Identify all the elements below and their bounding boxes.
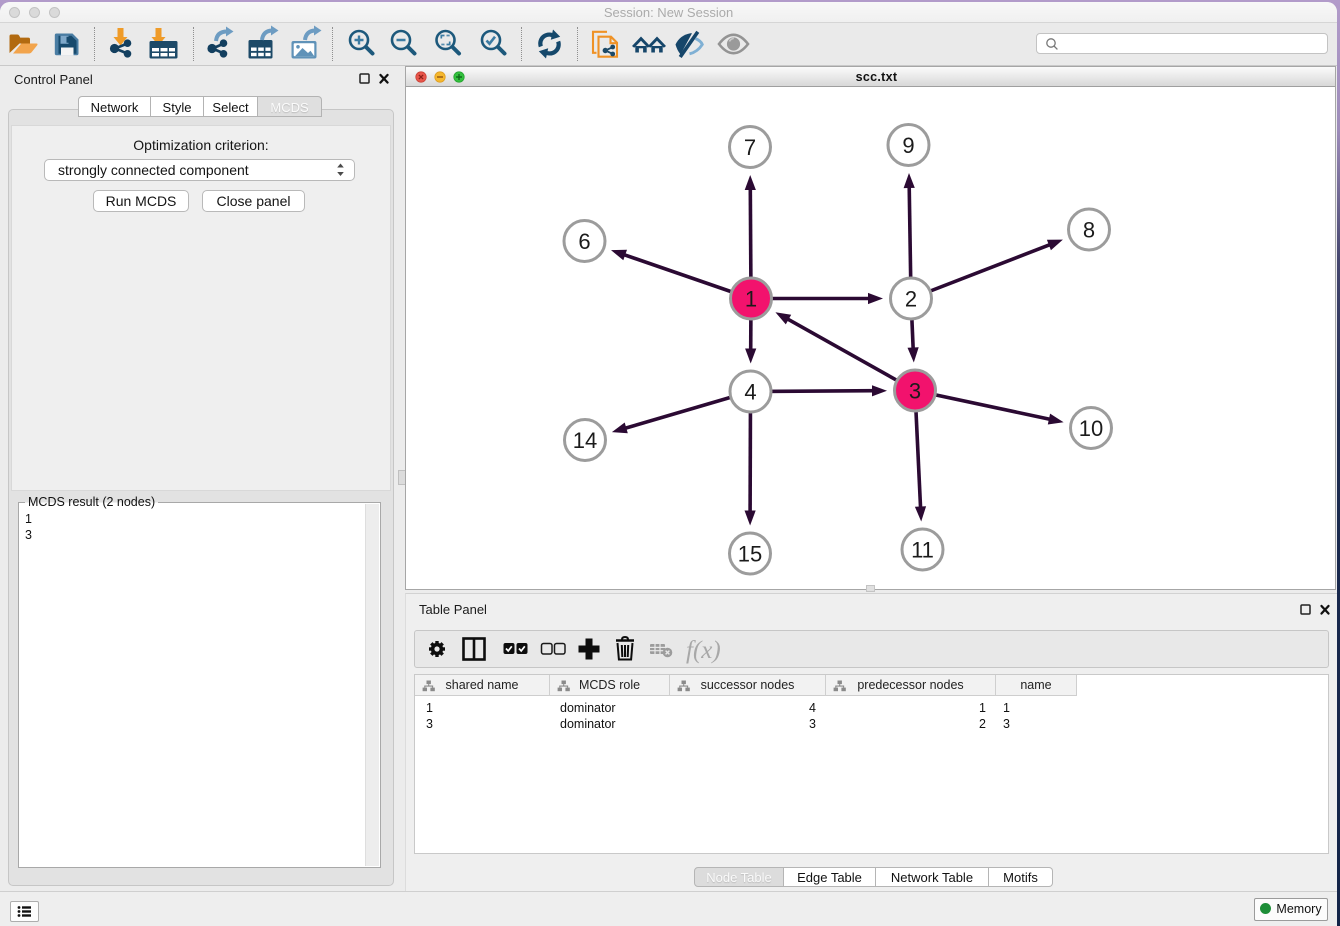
svg-text:3: 3 [909,378,921,403]
svg-text:7: 7 [744,135,756,160]
svg-text:6: 6 [578,229,590,254]
svg-text:2: 2 [905,286,917,311]
svg-text:11: 11 [911,537,934,562]
svg-text:8: 8 [1083,217,1095,242]
svg-text:14: 14 [573,428,597,453]
svg-text:15: 15 [738,541,762,566]
svg-text:9: 9 [902,133,914,158]
svg-text:4: 4 [744,379,756,404]
svg-text:10: 10 [1079,416,1103,441]
svg-text:1: 1 [745,286,757,311]
svg-text:f(x): f(x) [686,637,721,664]
